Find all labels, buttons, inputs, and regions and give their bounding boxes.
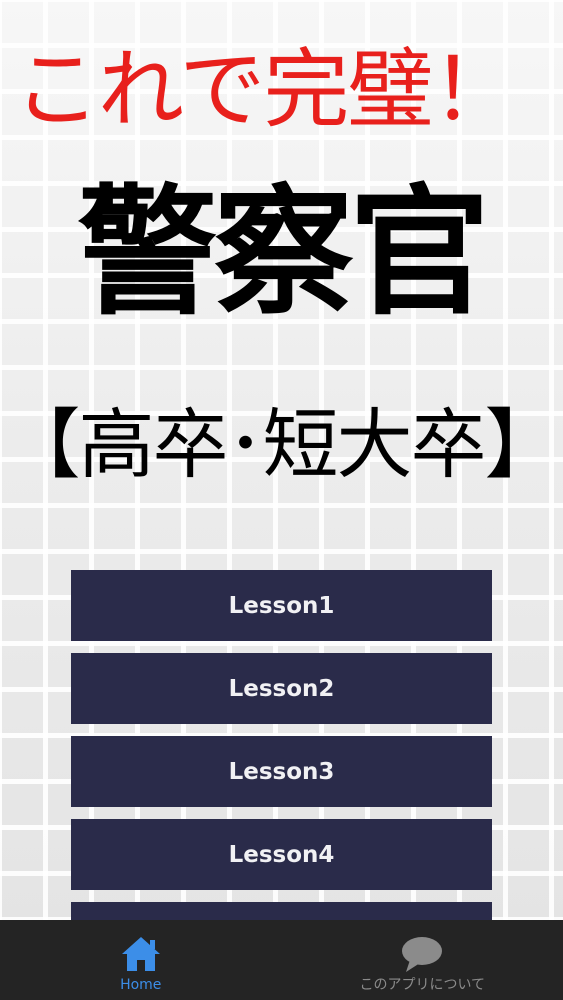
nav-about-label: このアプリについて xyxy=(359,977,486,993)
page-title: 警察官 xyxy=(77,171,489,335)
lesson-4-button[interactable]: Lesson4 xyxy=(71,819,492,890)
lesson-1-button[interactable]: Lesson1 xyxy=(71,570,492,641)
lesson-2-button[interactable]: Lesson2 xyxy=(71,653,492,724)
page-subtitle: 【高卒･短大卒】 xyxy=(4,400,561,489)
bottom-navigation: Home このアプリについて xyxy=(0,920,563,1000)
home-icon xyxy=(121,937,160,971)
lesson-list: Lesson1 Lesson2 Lesson3 Lesson4 xyxy=(71,570,492,944)
speech-bubble-icon xyxy=(402,937,443,972)
nav-home[interactable]: Home xyxy=(0,920,282,1000)
lesson-3-button[interactable]: Lesson3 xyxy=(71,736,492,807)
headline-text: これで完璧！ xyxy=(14,40,517,140)
nav-about-app[interactable]: このアプリについて xyxy=(282,920,563,1000)
nav-home-label: Home xyxy=(120,977,162,993)
